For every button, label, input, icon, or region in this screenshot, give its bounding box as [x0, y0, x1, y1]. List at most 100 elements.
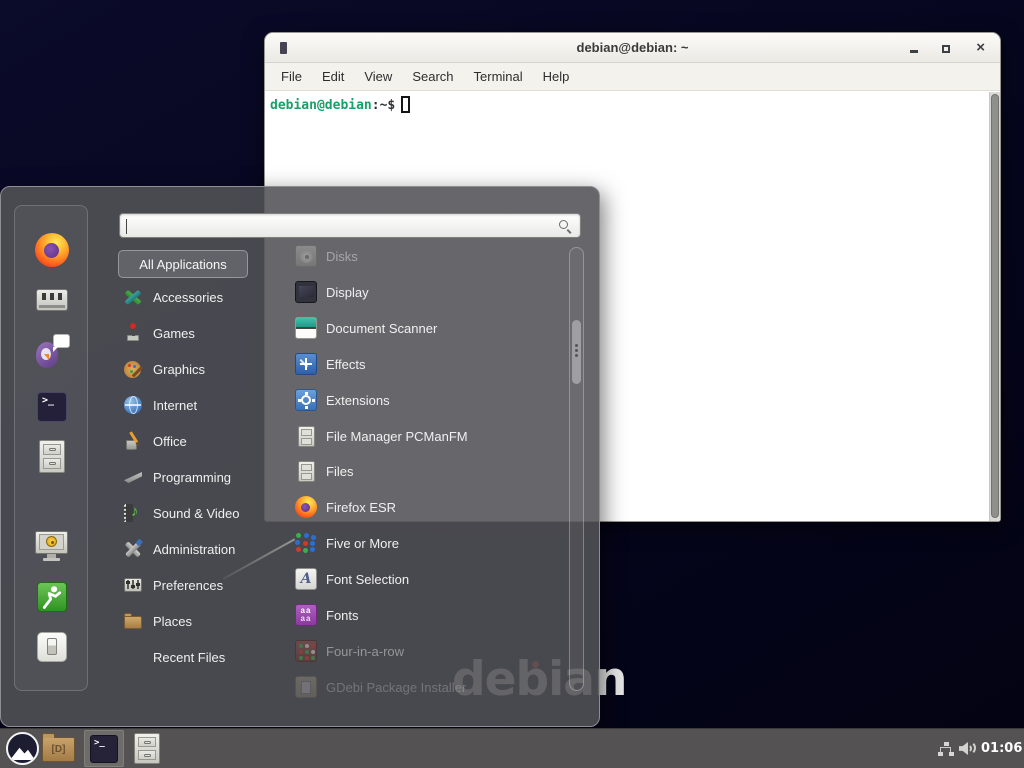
- category-label: Sound & Video: [153, 506, 240, 521]
- network-icon[interactable]: [938, 742, 954, 756]
- terminal-menubar: File Edit View Search Terminal Help: [265, 63, 1000, 91]
- file-manager-favorite-button[interactable]: [34, 439, 70, 475]
- app-label: Disks: [326, 249, 358, 264]
- category-graphics[interactable]: Graphics: [113, 354, 277, 384]
- category-label: Games: [153, 326, 195, 341]
- app-item-document-scanner[interactable]: Document Scanner: [283, 310, 565, 346]
- all-applications-button[interactable]: All Applications: [118, 250, 248, 278]
- document-scanner-icon: [295, 317, 317, 339]
- applications-menu-button[interactable]: [6, 732, 39, 765]
- close-icon[interactable]: ×: [976, 37, 985, 59]
- gdebi-icon: [295, 676, 317, 698]
- icon-part: [42, 293, 46, 300]
- minimize-icon[interactable]: [910, 50, 918, 53]
- icon-part: [128, 364, 131, 367]
- category-recent-files[interactable]: Recent Files: [113, 642, 277, 672]
- display-icon: [295, 281, 317, 303]
- favorites-panel: >_: [14, 205, 88, 691]
- icon-part: [126, 581, 130, 584]
- menu-edit[interactable]: Edit: [312, 66, 354, 87]
- app-label: Display: [326, 285, 369, 300]
- app-item-four-in-a-row[interactable]: Four-in-a-row: [283, 633, 565, 669]
- app-item-firefox-esr[interactable]: Firefox ESR: [283, 489, 565, 525]
- app-item-files[interactable]: Files: [283, 453, 565, 489]
- category-administration[interactable]: Administration: [113, 534, 277, 564]
- pidgin-favorite-button[interactable]: [34, 334, 70, 370]
- lock-screen-button[interactable]: [34, 529, 70, 565]
- terminal-scrollbar-thumb[interactable]: [991, 94, 999, 518]
- icon-part: [124, 616, 142, 629]
- folder-launcher[interactable]: [D]: [42, 737, 75, 762]
- app-item-five-or-more[interactable]: Five or More: [283, 525, 565, 561]
- icon-part: [296, 318, 316, 327]
- menu-terminal[interactable]: Terminal: [464, 66, 533, 87]
- terminal-titlebar[interactable]: debian@debian: ~ ×: [265, 33, 1000, 63]
- category-accessories[interactable]: Accessories: [113, 282, 277, 312]
- icon-part: [43, 444, 61, 455]
- app-item-fonts[interactable]: aa aa Fonts: [283, 597, 565, 633]
- icon-part: [135, 539, 142, 546]
- firefox-icon: [295, 496, 317, 518]
- menu-scrollbar[interactable]: [569, 247, 584, 691]
- accessories-icon: [123, 287, 143, 307]
- menu-view[interactable]: View: [354, 66, 402, 87]
- internet-globe-icon: [123, 395, 143, 415]
- category-office[interactable]: Office: [113, 426, 277, 456]
- app-label: Files: [326, 464, 353, 479]
- category-internet[interactable]: Internet: [113, 390, 277, 420]
- terminal-cursor: [401, 96, 410, 113]
- icon-part: [50, 293, 54, 300]
- app-label: Four-in-a-row: [326, 644, 404, 659]
- category-label: Preferences: [153, 578, 223, 593]
- icon-part: [559, 220, 568, 229]
- app-item-display[interactable]: Display: [283, 274, 565, 310]
- maximize-icon[interactable]: [942, 45, 950, 53]
- icon-part: [138, 750, 156, 760]
- icon-part: [53, 347, 58, 352]
- control-center-favorite-button[interactable]: [34, 282, 70, 318]
- app-label: File Manager PCManFM: [326, 429, 468, 444]
- icon-part: [962, 741, 976, 755]
- app-item-gdebi[interactable]: GDebi Package Installer: [283, 669, 565, 705]
- logout-button[interactable]: [34, 579, 70, 615]
- menu-help[interactable]: Help: [533, 66, 580, 87]
- icon-part: [130, 323, 136, 329]
- lock-screen-icon: [35, 531, 68, 554]
- app-item-extensions[interactable]: Extensions: [283, 382, 565, 418]
- icon-part: [44, 243, 59, 258]
- running-figure: [38, 583, 66, 611]
- app-item-effects[interactable]: Effects: [283, 346, 565, 382]
- category-games[interactable]: Games: [113, 318, 277, 348]
- shell-prompt: debian@debian:~$: [270, 96, 410, 113]
- file-manager-launcher[interactable]: [134, 733, 160, 764]
- icon-part: [53, 334, 70, 348]
- icon-part: [58, 293, 62, 300]
- volume-icon[interactable]: [959, 740, 977, 757]
- search-input[interactable]: [126, 216, 556, 235]
- category-label: Recent Files: [153, 650, 225, 665]
- app-item-font-selection[interactable]: A Font Selection: [283, 561, 565, 597]
- preferences-icon: [123, 575, 143, 595]
- category-sound-video[interactable]: ♪ Sound & Video: [113, 498, 277, 528]
- menu-search[interactable]: Search: [402, 66, 463, 87]
- shutdown-button[interactable]: [34, 629, 70, 665]
- search-icon: [558, 219, 572, 233]
- app-item-disks[interactable]: Disks: [283, 238, 565, 274]
- menu-scrollbar-thumb[interactable]: [572, 320, 581, 384]
- terminal-scrollbar[interactable]: [989, 92, 1000, 521]
- firefox-favorite-button[interactable]: [34, 232, 70, 268]
- taskbar-clock[interactable]: 01:06: [981, 741, 1022, 756]
- category-programming[interactable]: Programming: [113, 462, 277, 492]
- terminal-task-button[interactable]: >_: [84, 730, 124, 767]
- category-places[interactable]: Places: [113, 606, 277, 636]
- icon-part: [51, 541, 54, 544]
- app-item-pcmanfm[interactable]: File Manager PCManFM: [283, 418, 565, 454]
- menu-file[interactable]: File: [271, 66, 312, 87]
- app-label: Effects: [326, 357, 366, 372]
- graphics-icon: [123, 359, 143, 379]
- icon-part: [43, 558, 60, 561]
- icon-part: [131, 585, 135, 588]
- category-preferences[interactable]: Preferences: [113, 570, 277, 600]
- file-cabinet-icon: [39, 440, 65, 473]
- terminal-favorite-button[interactable]: >_: [34, 389, 70, 425]
